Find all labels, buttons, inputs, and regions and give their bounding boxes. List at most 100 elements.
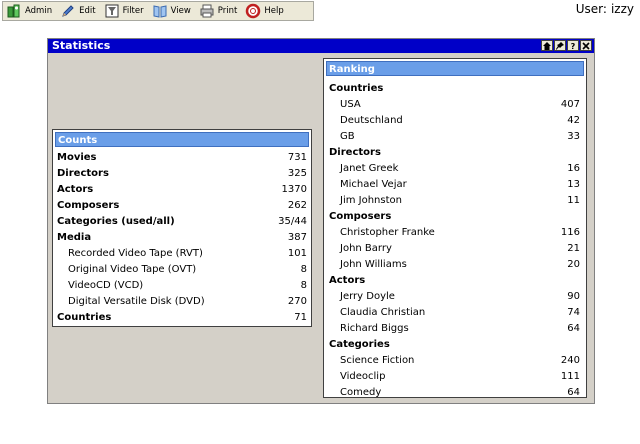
ranking-row-value: 407: [560, 99, 580, 110]
view-label: View: [170, 6, 191, 16]
ranking-row-value: 13: [567, 179, 580, 190]
counts-row: Movies 731: [53, 150, 311, 166]
ranking-row-value: 240: [560, 355, 580, 366]
ranking-row-label: Jim Johnston: [340, 195, 402, 206]
close-icon: [582, 41, 590, 50]
counts-row-label: Original Video Tape (OVT): [68, 264, 197, 275]
ranking-row: Christopher Franke 116: [324, 225, 586, 241]
pin-button[interactable]: [554, 40, 566, 51]
counts-row-value: 35/44: [278, 216, 307, 227]
toolbar: Admin Edit Filter View Print Help User: …: [0, 0, 640, 22]
counts-row-label: Actors: [57, 184, 94, 195]
ranking-row-label: Michael Vejar: [340, 179, 407, 190]
toolbar-buttons: Admin Edit Filter View Print Help: [2, 1, 314, 21]
counts-row: Categories (used/all) 35/44: [53, 214, 311, 230]
counts-row-value: 8: [300, 280, 307, 291]
counts-row: Media 387: [53, 230, 311, 246]
ranking-row: John Barry 21: [324, 241, 586, 257]
ranking-row-label: John Barry: [340, 243, 392, 254]
counts-row-label: Directors: [57, 168, 109, 179]
ranking-section-title: Composers: [329, 211, 392, 222]
counts-row: Actors 1370: [53, 182, 311, 198]
counts-row: Composers 262: [53, 198, 311, 214]
ranking-row-label: Janet Greek: [340, 163, 399, 174]
counts-row-label: Digital Versatile Disk (DVD): [68, 296, 205, 307]
question-icon: ?: [571, 42, 576, 50]
ranking-row: Claudia Christian 74: [324, 305, 586, 321]
counts-row: Directors 325: [53, 166, 311, 182]
panel-title: Statistics: [52, 39, 111, 52]
window-buttons: ?: [541, 40, 592, 51]
ranking-row-value: 111: [560, 371, 580, 382]
edit-button[interactable]: Edit: [57, 2, 100, 20]
view-button[interactable]: View: [149, 2, 196, 20]
ranking-row: Comedy 64: [324, 385, 586, 401]
counts-row: Countries 71: [53, 310, 311, 326]
counts-row-label: Movies: [57, 152, 97, 163]
ranking-row: Videoclip 111: [324, 369, 586, 385]
print-label: Print: [217, 6, 238, 16]
user-label-text: User:: [575, 2, 607, 16]
user-indicator: User: izzy: [576, 2, 634, 16]
help-label: Help: [264, 6, 284, 16]
ranking-row: Richard Biggs 64: [324, 321, 586, 337]
ranking-section-title: Countries: [329, 83, 384, 94]
counts-row: Original Video Tape (OVT) 8: [53, 262, 311, 278]
counts-row-label: VideoCD (VCD): [68, 280, 144, 291]
ranking-row: Michael Vejar 13: [324, 177, 586, 193]
admin-button[interactable]: Admin: [3, 2, 57, 20]
ranking-row-label: USA: [340, 99, 361, 110]
counts-row-label: Media: [57, 232, 92, 243]
counts-row-label: Recorded Video Tape (RVT): [68, 248, 203, 259]
edit-label: Edit: [79, 6, 96, 16]
ranking-row-label: Christopher Franke: [340, 227, 435, 238]
counts-row-value: 387: [287, 232, 307, 243]
counts-list: Movies 731 Directors 325 Actors 1370 Composers…: [53, 147, 311, 326]
close-button[interactable]: [580, 40, 592, 51]
svg-text:?: ?: [571, 42, 576, 50]
ranking-row-value: 42: [567, 115, 580, 126]
ranking-row-value: 33: [567, 131, 580, 142]
ranking-list: Countries USA 407 Deutschland 42 GB 33 Director…: [324, 76, 586, 401]
ranking-row-value: 90: [567, 291, 580, 302]
help-button[interactable]: Help: [242, 2, 288, 20]
counts-header: Counts: [55, 132, 309, 147]
ranking-row-label: Deutschland: [340, 115, 403, 126]
ranking-row-value: 20: [567, 259, 580, 270]
counts-row-value: 325: [287, 168, 307, 179]
counts-row-label: Composers: [57, 200, 120, 211]
ranking-row-value: 74: [567, 307, 580, 318]
ranking-row-value: 11: [567, 195, 580, 206]
edit-icon: [62, 5, 74, 17]
panel-title-bar[interactable]: Statistics ?: [48, 39, 594, 53]
ranking-row-label: Claudia Christian: [340, 307, 426, 318]
ranking-row-value: 21: [567, 243, 580, 254]
home-icon: [543, 41, 551, 50]
home-button[interactable]: [541, 40, 553, 51]
admin-icon: [7, 4, 20, 18]
counts-row-value: 262: [287, 200, 307, 211]
ranking-section-title: Directors: [329, 147, 381, 158]
print-icon: [200, 4, 214, 18]
ranking-row: John Williams 20: [324, 257, 586, 273]
counts-row-value: 71: [294, 312, 307, 323]
filter-button[interactable]: Filter: [101, 2, 149, 20]
counts-row-label: Categories (used/all): [57, 216, 175, 227]
filter-icon: [105, 4, 119, 18]
admin-label: Admin: [25, 6, 53, 16]
counts-row-value: 731: [287, 152, 307, 163]
counts-row-value: 8: [300, 264, 307, 275]
ranking-row: Deutschland 42: [324, 113, 586, 129]
filter-label: Filter: [122, 6, 144, 16]
ranking-row-label: Jerry Doyle: [340, 291, 395, 302]
print-button[interactable]: Print: [196, 2, 243, 20]
ranking-row-label: Videoclip: [340, 371, 386, 382]
ranking-row-value: 16: [567, 163, 580, 174]
help-window-button[interactable]: ?: [567, 40, 579, 51]
counts-box: Counts Movies 731 Directors 325 Actors 1370 Co…: [52, 129, 312, 327]
ranking-row-label: Comedy: [340, 387, 382, 398]
ranking-row: Janet Greek 16: [324, 161, 586, 177]
counts-row-value: 270: [287, 296, 307, 307]
pin-icon: [556, 41, 564, 50]
counts-row: Digital Versatile Disk (DVD) 270: [53, 294, 311, 310]
